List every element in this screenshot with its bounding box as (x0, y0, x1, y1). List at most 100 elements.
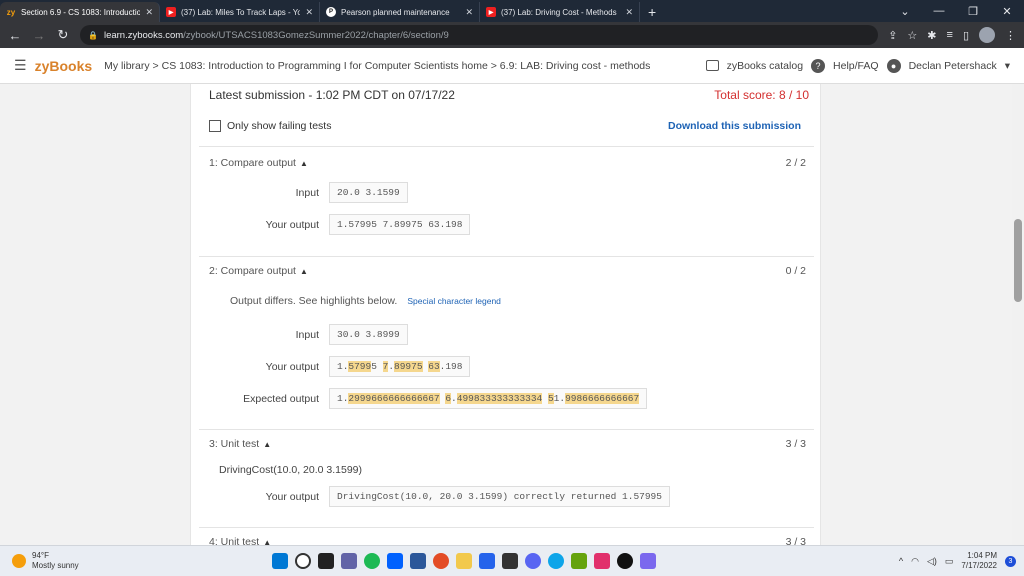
close-tab-icon[interactable]: ✕ (625, 7, 633, 18)
your-output-label: Your output (265, 491, 319, 503)
youtube-favicon-icon: ▶ (166, 7, 176, 17)
file-explorer-icon[interactable] (456, 553, 472, 569)
output-segment-highlight: 9975 (399, 361, 423, 372)
battery-icon[interactable]: ▭ (945, 556, 954, 567)
test-1-title[interactable]: 1: Compare output ▲ (209, 157, 308, 169)
hamburger-menu-icon[interactable]: ☰ (14, 57, 27, 74)
minimize-icon[interactable]: — (922, 5, 956, 17)
failing-tests-filter[interactable]: Only show failing tests (209, 120, 331, 133)
pearson-favicon-icon: P (326, 7, 336, 17)
bookmark-star-icon[interactable]: ☆ (907, 29, 917, 42)
spotify-icon[interactable] (364, 553, 380, 569)
output-segment: 1. (337, 361, 349, 372)
checkbox[interactable] (209, 120, 221, 133)
user-avatar-icon: ● (886, 58, 901, 73)
toolbar-icons: ⇪ ☆ ✱ ≡ ▯ ⋮ (888, 27, 1016, 43)
instagram-icon[interactable] (594, 553, 610, 569)
chevron-down-icon[interactable]: ▾ (1005, 60, 1010, 72)
special-character-legend-link[interactable]: Special character legend (407, 296, 501, 306)
catalog-link[interactable]: zyBooks catalog (727, 60, 803, 72)
close-tab-icon[interactable]: ✕ (305, 7, 313, 18)
task-view-icon[interactable] (318, 553, 334, 569)
taskbar: 94°F Mostly sunny ^ ◠ ◁) ▭ 1:04 PM 7/17/… (0, 545, 1024, 576)
test-2-title[interactable]: 2: Compare output ▲ (209, 265, 308, 277)
reload-icon[interactable]: ↻ (56, 27, 70, 43)
url-path: /zybook/UTSACS1083GomezSummer2022/chapte… (183, 29, 449, 41)
close-window-icon[interactable]: ✕ (990, 5, 1024, 18)
side-panel-icon[interactable]: ▯ (963, 29, 969, 42)
browser-menu-icon[interactable]: ⋮ (1005, 29, 1016, 42)
page-scrollbar[interactable] (1012, 84, 1024, 545)
zybooks-header: ☰ zyBooks My library > CS 1083: Introduc… (0, 48, 1024, 84)
help-link[interactable]: Help/FAQ (833, 60, 879, 72)
new-tab-button[interactable]: + (640, 2, 664, 22)
extensions-icon[interactable]: ✱ (927, 29, 936, 42)
steam-icon[interactable] (617, 553, 633, 569)
edge-icon[interactable] (548, 553, 564, 569)
input-value: 30.0 3.8999 (329, 324, 408, 345)
expected-segment-highlight: 99833333333334 (462, 393, 543, 404)
divider (199, 527, 814, 528)
test-title-text: 3: Unit test (209, 438, 260, 450)
chevron-up-icon: ▲ (263, 537, 272, 546)
weather-widget[interactable]: 94°F Mostly sunny (0, 551, 260, 571)
zybooks-logo[interactable]: zyBooks (35, 58, 93, 74)
share-icon[interactable]: ⇪ (888, 29, 897, 42)
vpn-icon[interactable] (502, 553, 518, 569)
breadcrumb[interactable]: My library > CS 1083: Introduction to Pr… (104, 60, 650, 72)
calculator-icon[interactable] (479, 553, 495, 569)
test-4-title[interactable]: 4: Unit test ▲ (209, 536, 271, 545)
windows-start-icon[interactable] (272, 553, 288, 569)
notification-badge[interactable]: 3 (1005, 555, 1016, 567)
scrollbar-thumb[interactable] (1014, 219, 1022, 302)
minecraft-icon[interactable] (571, 553, 587, 569)
reading-list-icon[interactable]: ≡ (947, 29, 953, 41)
discord-icon[interactable] (525, 553, 541, 569)
word-icon[interactable] (410, 553, 426, 569)
teams-icon[interactable] (640, 553, 656, 569)
tab-search-icon[interactable]: ⌄ (888, 5, 922, 18)
forward-icon[interactable]: → (32, 28, 46, 43)
tab-title: Section 6.9 - CS 1083: Introductio (21, 7, 141, 17)
teams-chat-icon[interactable] (341, 553, 357, 569)
user-menu[interactable]: Declan Petershack (909, 60, 997, 72)
test-1-score: 2 / 2 (785, 157, 806, 169)
chrome-icon[interactable] (433, 553, 449, 569)
profile-avatar[interactable] (979, 27, 995, 43)
test-3-score: 3 / 3 (785, 438, 806, 450)
close-tab-icon[interactable]: ✕ (465, 7, 473, 18)
time: 1:04 PM (967, 551, 997, 560)
close-tab-icon[interactable]: ✕ (145, 7, 153, 18)
your-output-diff: 1. 5799 5 7. 8 9975 6 3.198 (329, 356, 471, 377)
restore-icon[interactable]: ❐ (956, 5, 990, 18)
test-title-text: 1: Compare output (209, 157, 296, 169)
input-value: 20.0 3.1599 (329, 182, 408, 203)
expected-output-label: Expected output (243, 393, 319, 405)
weather-condition: Mostly sunny (32, 561, 79, 570)
test-3-title[interactable]: 3: Unit test ▲ (209, 438, 271, 450)
sun-icon (12, 554, 26, 568)
system-tray: ^ ◠ ◁) ▭ 1:04 PM 7/17/2022 3 (899, 551, 1024, 571)
volume-icon[interactable]: ◁) (927, 556, 937, 567)
browser-tab[interactable]: P Pearson planned maintenance ✕ (320, 2, 480, 22)
dropbox-icon[interactable] (387, 553, 403, 569)
catalog-icon (705, 60, 719, 71)
submission-panel: Latest submission - 1:02 PM CDT on 07/17… (190, 84, 821, 545)
zybooks-favicon-icon: zy (6, 7, 16, 17)
chevron-up-icon[interactable]: ^ (899, 556, 903, 566)
test-title-text: 4: Unit test (209, 536, 260, 545)
temperature: 94°F (32, 551, 49, 560)
your-output-value: DrivingCost(10.0, 20.0 3.1599) correctly… (329, 486, 670, 507)
search-icon[interactable] (295, 553, 311, 569)
youtube-favicon-icon: ▶ (486, 7, 496, 17)
url-input[interactable]: 🔒 learn.zybooks.com/zybook/UTSACS1083Gom… (80, 25, 879, 45)
browser-tab[interactable]: ▶ (37) Lab: Miles To Track Laps - Yo ✕ (160, 2, 320, 22)
browser-tab[interactable]: zy Section 6.9 - CS 1083: Introductio ✕ (0, 2, 160, 22)
input-label: Input (295, 329, 319, 341)
download-submission-link[interactable]: Download this submission (668, 120, 801, 132)
lock-icon[interactable]: 🔒 (88, 31, 98, 40)
clock[interactable]: 1:04 PM 7/17/2022 (961, 551, 997, 571)
browser-tab[interactable]: ▶ (37) Lab: Driving Cost - Methods ✕ (480, 2, 640, 22)
back-icon[interactable]: ← (8, 28, 22, 43)
wifi-icon[interactable]: ◠ (911, 556, 919, 567)
